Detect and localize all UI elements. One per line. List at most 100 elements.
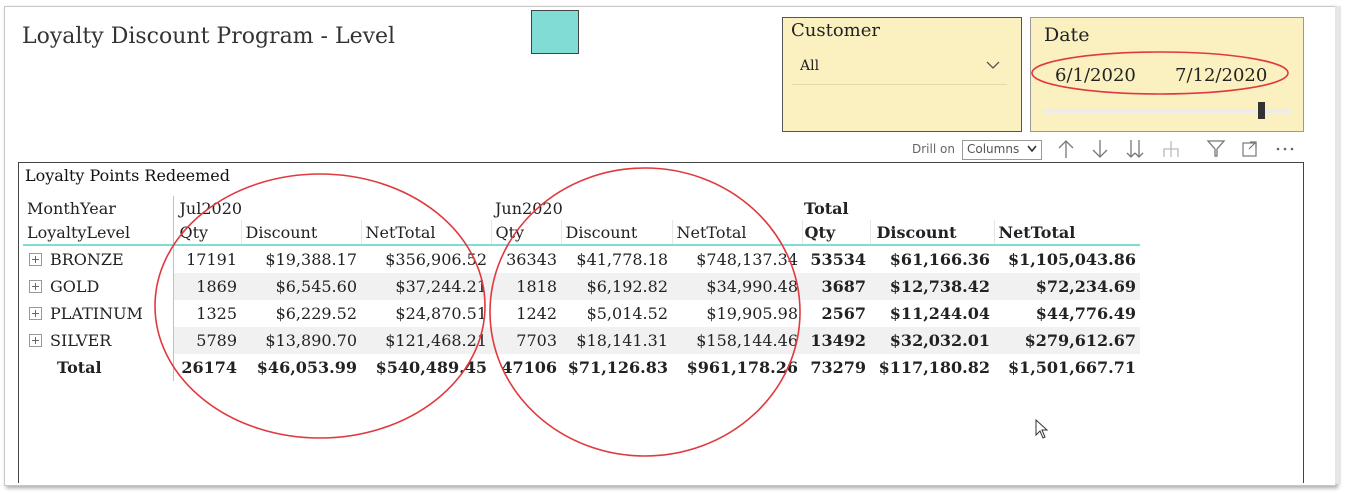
col-header-total-discount[interactable]: Discount [870,220,995,246]
drill-down-icon[interactable] [1090,138,1110,160]
date-slicer: Date 6/1/2020 7/12/2020 [1030,17,1304,132]
cell: $46,053.99 [256,358,357,377]
cell: 1242 [516,304,557,323]
cell: $1,501,667.71 [1007,358,1136,377]
cell: $540,489.45 [375,358,487,377]
customer-slicer-header: Customer [791,20,880,41]
drill-on-label: Drill on [912,142,955,156]
color-swatch-shape [531,10,579,54]
drill-on-dropdown[interactable]: Columns [962,140,1042,160]
expand-all-icon[interactable] [1124,138,1146,160]
col-header-jul-discount[interactable]: Discount [241,220,362,246]
cell: $6,192.82 [561,273,672,300]
table-row: SILVER 5789 $13,890.70 $121,468.21 7703 … [23,327,1140,354]
filter-icon[interactable] [1206,138,1226,160]
chevron-down-icon [985,57,1001,77]
cell: 13492 [802,327,870,354]
cell: $356,906.52 [385,250,487,269]
cell: $37,244.21 [361,273,491,300]
cell: $1,105,043.86 [1007,250,1136,269]
expand-plus-icon[interactable] [29,307,42,320]
date-range-handle[interactable] [1258,102,1265,119]
table-row: GOLD 1869 $6,545.60 $37,244.21 1818 $6,1… [23,273,1140,300]
row-label: SILVER [50,331,112,350]
expand-plus-icon[interactable] [29,280,42,293]
chevron-down-icon [1027,145,1037,153]
column-group-header-row: MonthYear Jul2020 Jun2020 Total [23,196,1140,220]
col-group-total: Total [804,198,849,218]
cell: $6,545.60 [241,273,361,300]
date-slicer-header: Date [1044,24,1090,46]
matrix-title: Loyalty Points Redeemed [25,166,230,185]
table-row: BRONZE 17191 $19,388.17 $356,906.52 3634… [23,245,1140,273]
cell: $121,468.21 [361,327,491,354]
row-label-platinum: PLATINUM [23,300,174,327]
col-header-jul-qty[interactable]: Qty [173,220,242,246]
col-header-jun-discount[interactable]: Discount [561,220,673,246]
cell: $961,178.26 [686,358,798,377]
col-header-jun-qty[interactable]: Qty [491,220,562,246]
more-options-icon[interactable] [1274,138,1296,160]
vertical-scrollbar[interactable] [1335,6,1341,484]
cell: 1325 [196,304,237,323]
matrix-table: MonthYear Jul2020 Jun2020 Total LoyaltyL… [23,196,1140,381]
cell: $41,778.18 [576,250,668,269]
expand-plus-icon[interactable] [29,334,42,347]
measure-header-row: LoyaltyLevel Qty Discount NetTotal Qty D… [23,220,1140,246]
cell: $19,388.17 [265,250,357,269]
row-label-silver: SILVER [23,327,174,354]
page-title: Loyalty Discount Program - Level [22,24,396,49]
cell: $34,990.48 [672,273,802,300]
cell: $24,870.51 [395,304,487,323]
customer-dropdown[interactable]: All [792,52,1007,85]
col-group-jul[interactable]: Jul2020 [173,196,491,220]
cell: 73279 [810,358,866,377]
row-label-bronze: BRONZE [23,245,174,273]
cell: 1818 [491,273,561,300]
cell: $5,014.52 [586,304,668,323]
customer-slicer: Customer All [782,17,1022,132]
col-header-total-qty[interactable]: Qty [802,220,871,246]
cell: 1869 [173,273,241,300]
cell: 3687 [802,273,870,300]
col-group-jun[interactable]: Jun2020 [491,196,802,220]
drill-up-icon[interactable] [1056,138,1076,160]
cell: 47106 [501,358,557,377]
cell: 17191 [186,250,237,269]
cell: $19,905.98 [706,304,798,323]
row-header-monthyear: MonthYear [23,196,174,220]
cell: 36343 [506,250,557,269]
cell: $44,776.49 [1035,304,1136,323]
cell: $6,229.52 [275,304,357,323]
expand-plus-icon[interactable] [29,253,42,266]
col-header-total-nettotal[interactable]: NetTotal [994,220,1140,246]
row-label: PLATINUM [50,304,143,323]
cell: $72,234.69 [994,273,1140,300]
cell: $13,890.70 [241,327,361,354]
expand-hierarchy-icon[interactable] [1160,138,1182,160]
focus-mode-icon[interactable] [1240,138,1260,160]
cell: $158,144.46 [672,327,802,354]
cell: $71,126.83 [567,358,668,377]
cell: $279,612.67 [994,327,1140,354]
cell: 7703 [491,327,561,354]
customer-dropdown-value: All [800,58,820,74]
cell: $748,137.34 [696,250,798,269]
col-header-jul-nettotal[interactable]: NetTotal [361,220,492,246]
date-start-input[interactable]: 6/1/2020 [1055,65,1136,86]
cell: 2567 [821,304,866,323]
row-label-gold: GOLD [23,273,174,300]
row-label: BRONZE [50,250,124,269]
total-row: Total 26174 $46,053.99 $540,489.45 47106… [23,354,1140,381]
row-header-loyaltylevel[interactable]: LoyaltyLevel [23,220,174,246]
matrix-visual: Loyalty Points Redeemed MonthYear Jul202… [18,162,1304,483]
cell: 26174 [181,358,237,377]
cell: $12,738.42 [870,273,994,300]
cell: $61,166.36 [889,250,990,269]
col-header-jun-nettotal[interactable]: NetTotal [672,220,803,246]
date-end-input[interactable]: 7/12/2020 [1175,65,1267,86]
date-range-track[interactable] [1043,109,1291,113]
cell: 5789 [173,327,241,354]
table-row: PLATINUM 1325 $6,229.52 $24,870.51 1242 … [23,300,1140,327]
cell: 53534 [810,250,866,269]
